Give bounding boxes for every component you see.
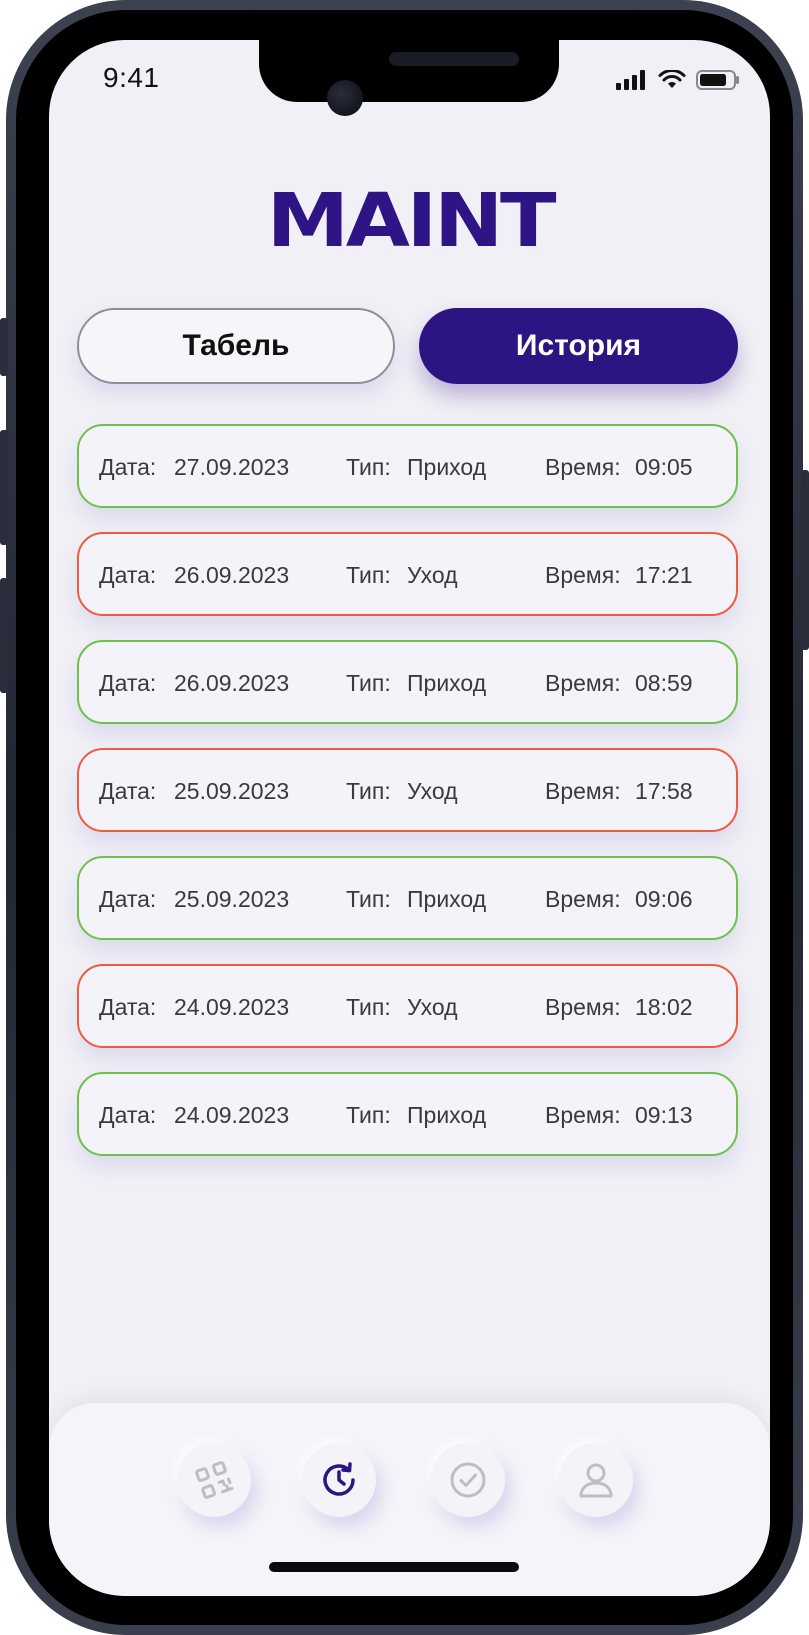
record-time-label: Время:: [545, 778, 621, 804]
record-date-value: 24.09.2023: [174, 994, 290, 1020]
signal-icon: [616, 70, 645, 90]
home-indicator[interactable]: [269, 1562, 519, 1572]
record-type-label: Тип:: [346, 1102, 391, 1128]
record-type-label: Тип:: [346, 562, 391, 588]
record-date-label: Дата:: [99, 778, 157, 804]
record-type-label: Тип:: [346, 670, 391, 696]
history-list: Дата: 27.09.2023 Тип: Приход Время: 09:05 Дата…: [77, 424, 738, 1180]
nav-check-button[interactable]: [431, 1443, 505, 1517]
history-icon: [323, 1462, 355, 1496]
nav-history-button[interactable]: [302, 1443, 376, 1517]
record-time-label: Время:: [545, 994, 621, 1020]
record-time-value: 09:13: [635, 1102, 693, 1128]
history-record[interactable]: Дата: 25.09.2023 Тип: Приход Время: 09:06: [77, 856, 738, 940]
record-date-label: Дата:: [99, 454, 157, 480]
battery-icon: [696, 70, 739, 90]
record-time-value: 08:59: [635, 670, 693, 696]
volume-up-button: [0, 430, 8, 545]
maint-logo: MAINT: [49, 178, 770, 264]
record-date-value: 26.09.2023: [174, 562, 290, 588]
user-icon: [579, 1463, 613, 1498]
history-record[interactable]: Дата: 26.09.2023 Тип: Уход Время: 17:21: [77, 532, 738, 616]
record-type-value: Приход: [407, 886, 487, 912]
history-record[interactable]: Дата: 24.09.2023 Тип: Уход Время: 18:02: [77, 964, 738, 1048]
front-camera: [327, 80, 363, 116]
history-record[interactable]: Дата: 25.09.2023 Тип: Уход Время: 17:58: [77, 748, 738, 832]
check-circle-icon: [450, 1462, 486, 1498]
wifi-icon: [658, 70, 686, 88]
notch: [259, 40, 559, 102]
volume-down-button: [0, 578, 8, 693]
record-date-value: 27.09.2023: [174, 454, 290, 480]
record-time-value: 09:05: [635, 454, 693, 480]
history-record[interactable]: Дата: 24.09.2023 Тип: Приход Время: 09:13: [77, 1072, 738, 1156]
record-date-label: Дата:: [99, 1102, 157, 1128]
status-time: 9:41: [103, 62, 160, 93]
qr-code-icon: [195, 1461, 234, 1499]
record-type-label: Тип:: [346, 454, 391, 480]
power-button: [801, 470, 809, 650]
record-date-value: 25.09.2023: [174, 886, 290, 912]
history-record[interactable]: Дата: 26.09.2023 Тип: Приход Время: 08:59: [77, 640, 738, 724]
record-time-label: Время:: [545, 670, 621, 696]
record-type-label: Тип:: [346, 886, 391, 912]
record-type-value: Приход: [407, 454, 487, 480]
app-screen: 9:41 MAINT Табель История Дата: 27.09.202…: [49, 40, 770, 1596]
record-time-label: Время:: [545, 454, 621, 480]
record-time-value: 17:58: [635, 778, 693, 804]
nav-profile-button[interactable]: [559, 1443, 633, 1517]
record-type-value: Приход: [407, 670, 487, 696]
record-time-label: Время:: [545, 1102, 621, 1128]
record-date-label: Дата:: [99, 886, 157, 912]
record-time-value: 18:02: [635, 994, 693, 1020]
record-time-label: Время:: [545, 562, 621, 588]
record-date-label: Дата:: [99, 562, 157, 588]
record-time-label: Время:: [545, 886, 621, 912]
record-type-value: Уход: [407, 562, 458, 588]
nav-qr-button[interactable]: [177, 1443, 251, 1517]
record-date-value: 25.09.2023: [174, 778, 290, 804]
tab-tabel[interactable]: Табель: [77, 308, 395, 384]
record-type-value: Уход: [407, 778, 458, 804]
record-date-label: Дата:: [99, 670, 157, 696]
history-record[interactable]: Дата: 27.09.2023 Тип: Приход Время: 09:05: [77, 424, 738, 508]
record-date-value: 24.09.2023: [174, 1102, 290, 1128]
record-type-label: Тип:: [346, 994, 391, 1020]
mute-switch: [0, 318, 8, 376]
record-type-value: Уход: [407, 994, 458, 1020]
record-date-label: Дата:: [99, 994, 157, 1020]
record-time-value: 17:21: [635, 562, 693, 588]
record-date-value: 26.09.2023: [174, 670, 290, 696]
record-type-value: Приход: [407, 1102, 487, 1128]
status-icons: [616, 70, 740, 90]
record-time-value: 09:06: [635, 886, 693, 912]
tab-history[interactable]: История: [419, 308, 738, 384]
logo-text: MAINT: [266, 178, 556, 264]
record-type-label: Тип:: [346, 778, 391, 804]
speaker-grille: [389, 52, 519, 66]
